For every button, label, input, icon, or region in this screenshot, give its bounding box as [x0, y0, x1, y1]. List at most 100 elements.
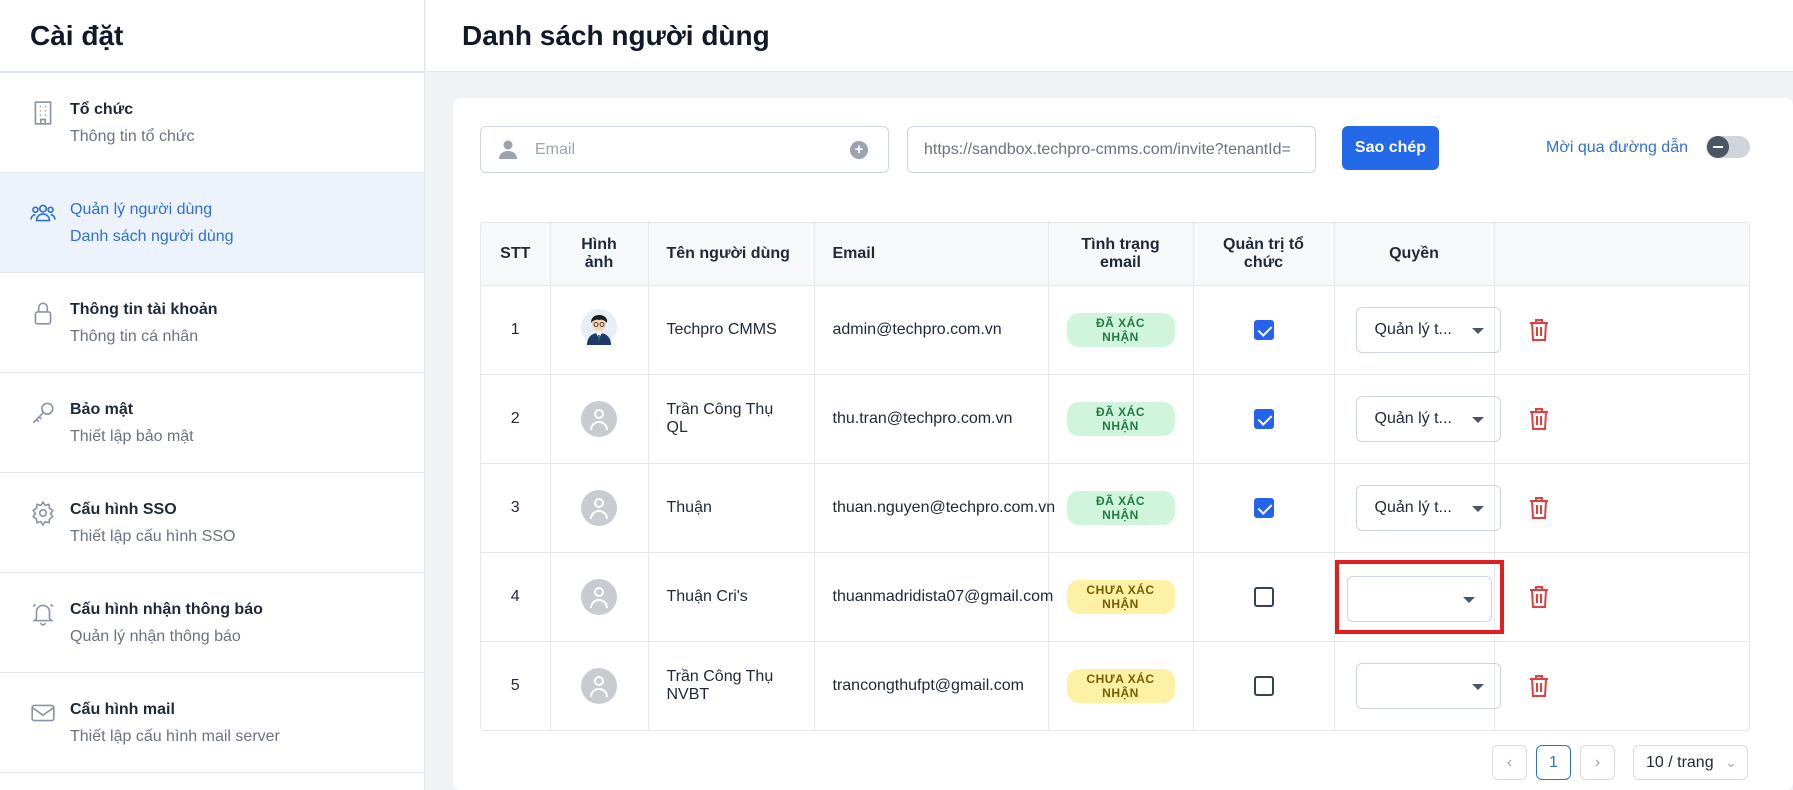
key-icon	[32, 402, 54, 424]
sidebar-item-notifications[interactable]: Cấu hình nhận thông báo Quản lý nhận thô…	[0, 573, 424, 673]
invite-by-link-toggle[interactable]	[1706, 136, 1750, 158]
cell-image	[550, 552, 649, 642]
table-row: 4 Thuận Cri's thuanmadridista07@gmail.co…	[481, 552, 1749, 642]
sidebar-item-sub: Thiết lập bảo mật	[70, 428, 194, 445]
cell-image	[550, 641, 649, 730]
cell-actions	[1494, 285, 1749, 375]
trash-icon[interactable]	[1529, 585, 1549, 609]
caret-down-icon	[1471, 683, 1484, 690]
role-select[interactable]: Quản lý t...	[1355, 484, 1501, 531]
cell-image	[550, 374, 649, 464]
cell-stt: 4	[481, 552, 551, 642]
next-page-button[interactable]: ›	[1580, 745, 1615, 780]
page-size-value: 10 / trang	[1646, 754, 1714, 771]
role-select[interactable]	[1355, 662, 1501, 709]
table-row: 2 Trần Công Thụ QL thu.tran@techpro.com.…	[481, 374, 1749, 464]
cell-status: CHƯA XÁC NHẬN	[1048, 641, 1194, 730]
sidebar-item-label: Bảo mật	[70, 401, 134, 418]
col-header-status: Tình trạng email	[1048, 223, 1194, 286]
sidebar-title: Cài đặt	[0, 0, 424, 73]
status-badge: ĐÃ XÁC NHẬN	[1066, 401, 1175, 436]
cell-stt: 1	[481, 285, 551, 375]
page-1-button[interactable]: 1	[1536, 745, 1571, 780]
lock-icon	[34, 302, 52, 325]
cell-admin	[1193, 641, 1335, 730]
sidebar-item-security[interactable]: Bảo mật Thiết lập bảo mật	[0, 373, 424, 473]
cell-name: Trần Công Thụ NVBT	[648, 641, 815, 730]
caret-down-icon	[1471, 327, 1484, 334]
status-badge: CHƯA XÁC NHẬN	[1066, 668, 1175, 703]
users-icon	[30, 204, 56, 222]
trash-icon[interactable]	[1529, 674, 1549, 698]
table-row: 1 Techpro CMMS admin@techpro.com.vn ĐÃ X…	[481, 285, 1749, 375]
page-size-select[interactable]: 10 / trang ⌄	[1633, 745, 1748, 780]
cell-admin	[1193, 552, 1335, 642]
status-badge: ĐÃ XÁC NHẬN	[1066, 312, 1175, 347]
cell-stt: 3	[481, 463, 551, 553]
caret-down-icon	[1471, 505, 1484, 512]
content-card: Email + https://sandbox.techpro-cmms.com…	[453, 98, 1793, 790]
cell-role: Quản lý t...	[1334, 374, 1501, 464]
cell-status: ĐÃ XÁC NHẬN	[1048, 463, 1194, 553]
cell-image	[550, 285, 649, 375]
highlight-box	[1334, 559, 1504, 634]
page-header: Danh sách người dùng	[426, 0, 1793, 72]
sidebar-item-label: Tổ chức	[70, 101, 134, 118]
sidebar-item-sub: Thông tin cá nhân	[70, 328, 199, 345]
sidebar-item-organization[interactable]: Tổ chức Thông tin tổ chức	[0, 73, 424, 173]
cell-name: Thuận	[648, 463, 815, 553]
email-placeholder: Email	[535, 141, 576, 158]
cell-email: admin@techpro.com.vn	[814, 285, 1049, 375]
status-badge: CHƯA XÁC NHẬN	[1066, 579, 1175, 614]
page-title: Danh sách người dùng	[462, 20, 770, 51]
role-select[interactable]: Quản lý t...	[1355, 395, 1501, 442]
admin-checkbox[interactable]	[1253, 675, 1274, 696]
col-header-image: Hình ảnh	[550, 223, 649, 286]
col-header-admin: Quản trị tổ chức	[1193, 223, 1335, 286]
sidebar-item-users[interactable]: Quản lý người dùng Danh sách người dùng	[0, 173, 424, 273]
bell-icon	[32, 603, 54, 626]
cell-role: Quản lý t...	[1334, 463, 1501, 553]
sidebar-item-label: Cấu hình SSO	[70, 501, 177, 518]
cell-image	[550, 463, 649, 553]
trash-icon[interactable]	[1529, 318, 1549, 342]
status-badge: ĐÃ XÁC NHẬN	[1066, 490, 1175, 525]
sidebar-item-account[interactable]: Thông tin tài khoản Thông tin cá nhân	[0, 273, 424, 373]
gear-icon	[32, 500, 54, 526]
invite-by-link-label: Mời qua đường dẫn	[1546, 139, 1688, 156]
invite-link-field[interactable]: https://sandbox.techpro-cmms.com/invite?…	[907, 126, 1316, 173]
add-icon[interactable]: +	[850, 141, 868, 159]
cell-stt: 5	[481, 641, 551, 730]
sidebar-item-sub: Thiết lập cấu hình mail server	[70, 728, 280, 745]
admin-checkbox[interactable]	[1253, 319, 1274, 340]
cell-admin	[1193, 463, 1335, 553]
table-row: 3 Thuận thuan.nguyen@techpro.com.vn ĐÃ X…	[481, 463, 1749, 553]
sidebar: Cài đặt Tổ chức Thông tin tổ chức Quản l…	[0, 0, 425, 790]
caret-down-icon	[1471, 416, 1484, 423]
col-header-role: Quyền	[1334, 223, 1495, 286]
cell-email: trancongthufpt@gmail.com	[814, 641, 1049, 730]
invite-email-field[interactable]: Email +	[480, 126, 889, 173]
sidebar-item-sub: Danh sách người dùng	[70, 228, 234, 245]
cell-email: thuan.nguyen@techpro.com.vn	[814, 463, 1055, 553]
caret-down-icon	[1462, 596, 1475, 603]
cell-actions	[1494, 374, 1749, 464]
cell-status: ĐÃ XÁC NHẬN	[1048, 374, 1194, 464]
admin-checkbox[interactable]	[1253, 586, 1274, 607]
toggle-knob	[1707, 136, 1729, 158]
prev-page-button[interactable]: ‹	[1492, 745, 1527, 780]
cell-role: Quản lý t...	[1334, 285, 1501, 375]
trash-icon[interactable]	[1529, 496, 1549, 520]
copy-button[interactable]: Sao chép	[1342, 126, 1439, 170]
admin-checkbox[interactable]	[1253, 408, 1274, 429]
role-select[interactable]	[1346, 575, 1492, 622]
chevron-down-icon: ⌄	[1725, 754, 1737, 770]
cell-actions	[1494, 552, 1749, 642]
role-select[interactable]: Quản lý t...	[1355, 306, 1501, 353]
sidebar-item-mail[interactable]: Cấu hình mail Thiết lập cấu hình mail se…	[0, 673, 424, 773]
admin-checkbox[interactable]	[1253, 497, 1274, 518]
cell-status: ĐÃ XÁC NHẬN	[1048, 285, 1194, 375]
mail-icon	[31, 704, 55, 722]
trash-icon[interactable]	[1529, 407, 1549, 431]
sidebar-item-sso[interactable]: Cấu hình SSO Thiết lập cấu hình SSO	[0, 473, 424, 573]
